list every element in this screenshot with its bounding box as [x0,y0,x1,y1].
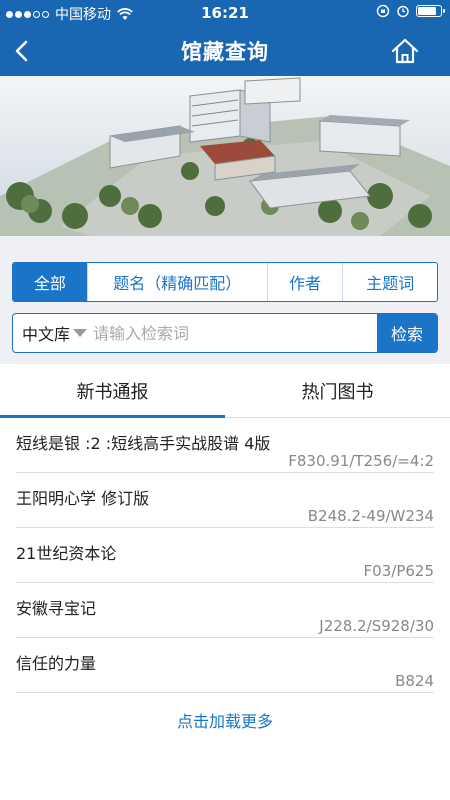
book-title: 短线是银 :2 :短线高手实战股谱 4版 [16,434,271,453]
call-number: J228.2/S928/30 [319,617,434,635]
book-title: 21世纪资本论 [16,544,117,563]
battery-icon [416,5,445,17]
caret-down-icon [73,329,88,337]
call-number: B248.2-49/W234 [307,507,434,525]
book-title: 安徽寻宝记 [16,599,97,618]
tab-all[interactable]: 全部 [13,263,88,301]
call-number: B824 [395,672,434,690]
battery-fill [418,7,436,15]
search-type-tabs: 全部 题名（精确匹配） 作者 主题词 [12,262,438,302]
call-number: F03/P625 [363,562,434,580]
tab-title-exact[interactable]: 题名（精确匹配） [88,263,268,301]
list-item[interactable]: 信任的力量 B824 [16,638,434,693]
tab-subject[interactable]: 主题词 [343,263,437,301]
database-select[interactable]: 中文库 [13,314,91,352]
tab-author[interactable]: 作者 [268,263,344,301]
list-item[interactable]: 21世纪资本论 F03/P625 [16,528,434,583]
call-number: F830.91/T256/=4:2 [288,452,434,470]
list-item[interactable]: 安徽寻宝记 J228.2/S928/30 [16,583,434,638]
list-item[interactable]: 王阳明心学 修订版 B248.2-49/W234 [16,473,434,528]
search-input[interactable] [93,314,373,352]
tab-new-books[interactable]: 新书通报 [0,364,225,417]
book-title: 王阳明心学 修订版 [16,489,150,508]
orientation-lock-icon [376,4,390,18]
home-icon [391,38,419,64]
search-area: 全部 题名（精确匹配） 作者 主题词 中文库 检索 [0,236,450,364]
tab-popular-books[interactable]: 热门图书 [225,364,450,417]
book-title: 信任的力量 [16,654,97,673]
campus-illustration [0,77,450,236]
load-more-link[interactable]: 点击加载更多 [0,708,450,732]
home-button[interactable] [388,34,422,68]
book-list: 短线是银 :2 :短线高手实战股谱 4版 F830.91/T256/=4:2 王… [0,418,450,693]
database-select-value: 中文库 [22,325,71,344]
search-bar: 中文库 检索 [12,313,438,353]
list-tabs: 新书通报 热门图书 [0,364,450,418]
campus-banner-image [0,76,450,236]
navbar: 馆藏查询 [0,26,450,76]
status-bar: 中国移动 16:21 [0,0,450,26]
list-item[interactable]: 短线是银 :2 :短线高手实战股谱 4版 F830.91/T256/=4:2 [16,418,434,473]
page-title: 馆藏查询 [181,40,269,64]
alarm-icon [397,5,409,18]
status-right [376,4,445,18]
search-button[interactable]: 检索 [377,314,437,352]
